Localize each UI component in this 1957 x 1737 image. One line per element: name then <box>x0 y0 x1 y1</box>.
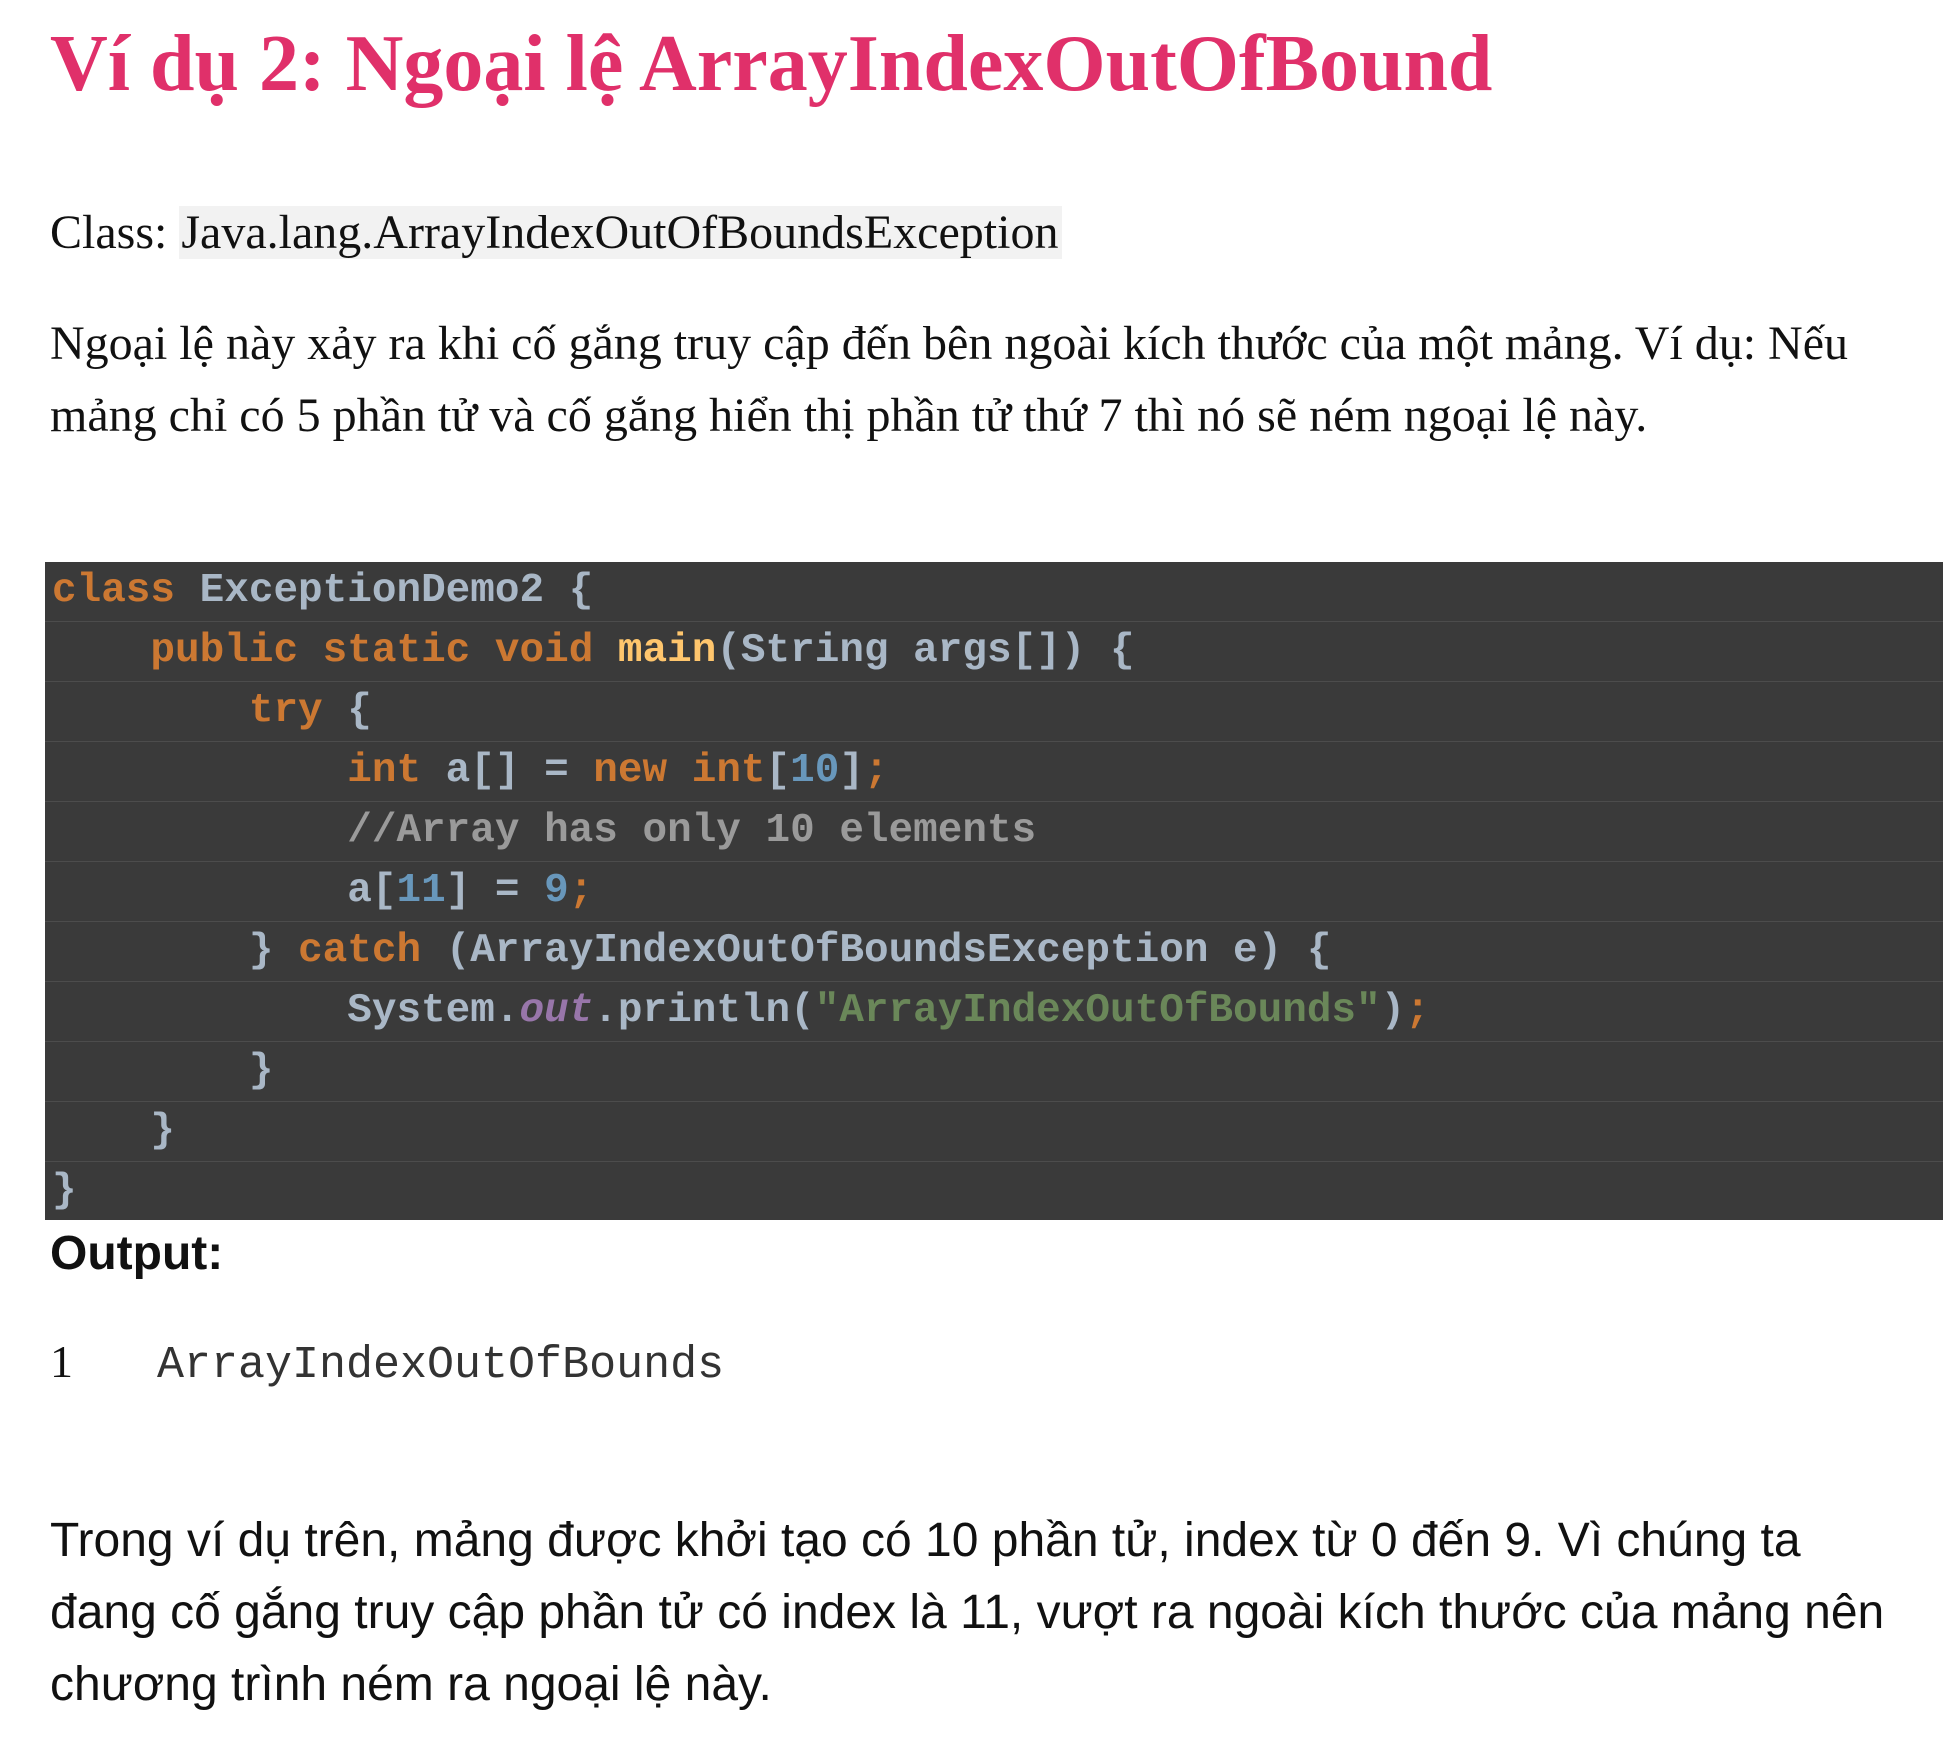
page-title: Ví dụ 2: Ngoại lệ ArrayIndexOutOfBound <box>50 20 1493 108</box>
code-comment: //Array has only 10 elements <box>347 808 1037 854</box>
code-semicolon: ; <box>1405 988 1430 1034</box>
code-line: } catch (ArrayIndexOutOfBoundsException … <box>45 922 1943 982</box>
class-info: Class: Java.lang.ArrayIndexOutOfBoundsEx… <box>50 198 1063 268</box>
code-keyword: int <box>691 748 766 794</box>
code-string: "ArrayIndexOutOfBounds" <box>814 988 1381 1034</box>
code-keyword: catch <box>298 928 422 974</box>
code-block: class ExceptionDemo2 { public static voi… <box>45 562 1943 1220</box>
document-page: Ví dụ 2: Ngoại lệ ArrayIndexOutOfBound C… <box>0 0 1957 1737</box>
intro-paragraph: Ngoại lệ này xảy ra khi cố gắng truy cập… <box>50 317 1849 442</box>
code-keyword: public static void <box>150 628 594 674</box>
code-text: (ArrayIndexOutOfBoundsException e) { <box>421 928 1332 974</box>
code-line: } <box>45 1102 1943 1162</box>
code-function: main <box>617 628 717 674</box>
code-field: out <box>519 988 594 1034</box>
code-line: System.out.println("ArrayIndexOutOfBound… <box>45 982 1943 1042</box>
code-text: ] = <box>445 868 545 914</box>
explanation-paragraph: Trong ví dụ trên, mảng được khởi tạo có … <box>50 1514 1885 1711</box>
code-line: } <box>45 1162 1943 1220</box>
code-semicolon: ; <box>568 868 594 914</box>
code-line: int a[] = new int[10]; <box>45 742 1943 802</box>
code-keyword: class <box>52 568 176 614</box>
output-line-number: 1 <box>50 1336 73 1387</box>
code-keyword: int <box>347 748 422 794</box>
code-number: 11 <box>396 868 446 914</box>
class-label: Class: <box>50 206 180 259</box>
code-text: } <box>150 1108 176 1154</box>
code-text: } <box>248 1048 274 1094</box>
code-text: [ <box>765 748 791 794</box>
code-number: 9 <box>544 868 569 914</box>
code-text: a[ <box>347 868 397 914</box>
code-text: ExceptionDemo2 { <box>175 568 594 614</box>
class-name: Java.lang.ArrayIndexOutOfBoundsException <box>179 206 1063 259</box>
code-line: public static void main(String args[]) { <box>45 622 1943 682</box>
code-line: a[11] = 9; <box>45 862 1943 922</box>
code-text: } <box>52 1168 77 1214</box>
code-text: ) <box>1380 988 1406 1034</box>
code-keyword: new <box>593 748 668 794</box>
code-number: 10 <box>790 748 840 794</box>
code-keyword: try <box>248 688 323 734</box>
code-text: } <box>248 928 299 974</box>
output-text: ArrayIndexOutOfBounds <box>157 1340 725 1391</box>
code-semicolon: ; <box>863 748 889 794</box>
code-line: } <box>45 1042 1943 1102</box>
code-text: System. <box>347 988 520 1034</box>
output-line: 1 ArrayIndexOutOfBounds <box>50 1330 724 1398</box>
code-line: class ExceptionDemo2 { <box>45 562 1943 622</box>
code-text: ] <box>839 748 864 794</box>
code-line: //Array has only 10 elements <box>45 802 1943 862</box>
code-line: try { <box>45 682 1943 742</box>
code-text: a[] = <box>421 748 594 794</box>
code-text: .println( <box>593 988 815 1034</box>
code-text: (String args[]) { <box>716 628 1135 674</box>
code-text: { <box>322 688 372 734</box>
output-label: Output: <box>50 1227 224 1280</box>
